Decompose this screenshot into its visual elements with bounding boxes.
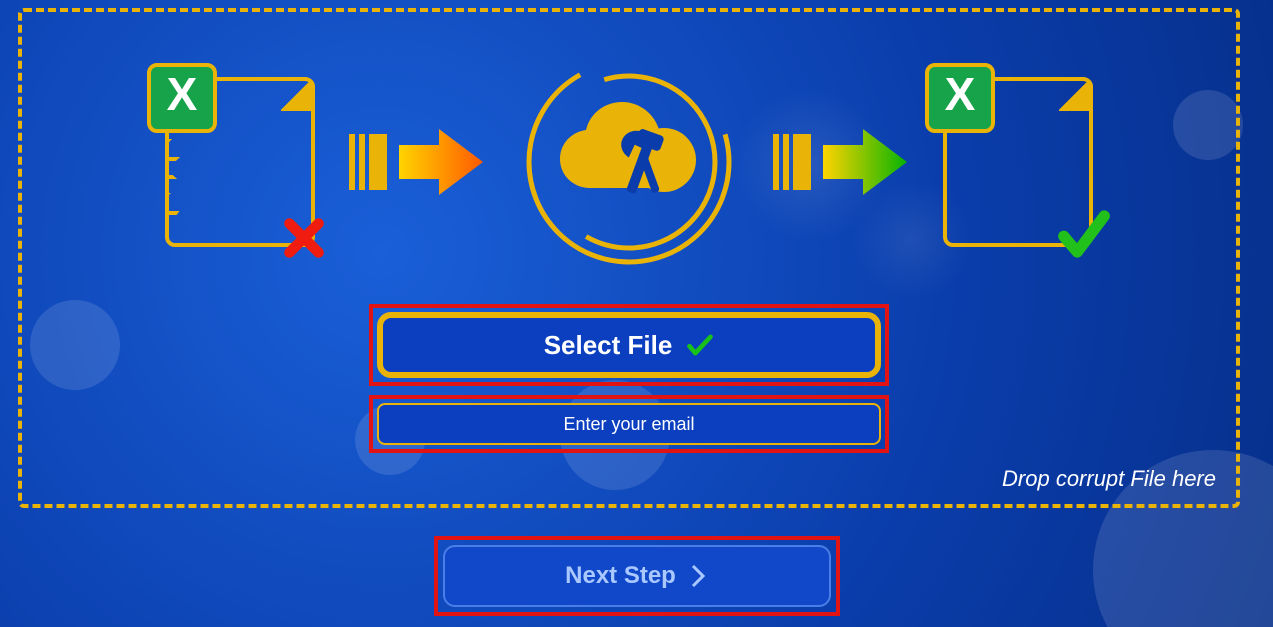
check-icon <box>686 331 714 359</box>
drop-zone[interactable]: X <box>18 8 1240 508</box>
email-input[interactable] <box>377 403 881 445</box>
arrow-right-icon <box>349 127 485 197</box>
cloud-repair-icon <box>519 52 739 272</box>
chevron-right-icon <box>688 564 708 588</box>
drop-hint-text: Drop corrupt File here <box>1002 466 1216 492</box>
repaired-file-icon: X <box>943 77 1093 247</box>
highlight-box <box>369 395 889 453</box>
next-step-label: Next Step <box>565 562 676 590</box>
excel-badge-icon: X <box>147 63 217 133</box>
corrupt-file-icon: X <box>165 77 315 247</box>
select-file-button[interactable]: Select File <box>377 312 881 378</box>
select-file-label: Select File <box>544 330 673 361</box>
error-cross-icon <box>279 213 329 263</box>
controls-panel: Select File <box>369 304 889 462</box>
highlight-box: Next Step <box>434 536 840 616</box>
highlight-box: Select File <box>369 304 889 386</box>
next-step-button[interactable]: Next Step <box>443 545 831 607</box>
excel-badge-icon: X <box>925 63 995 133</box>
arrow-right-icon <box>773 127 909 197</box>
success-check-icon <box>1057 207 1111 261</box>
repair-flow-diagram: X <box>165 52 1093 272</box>
